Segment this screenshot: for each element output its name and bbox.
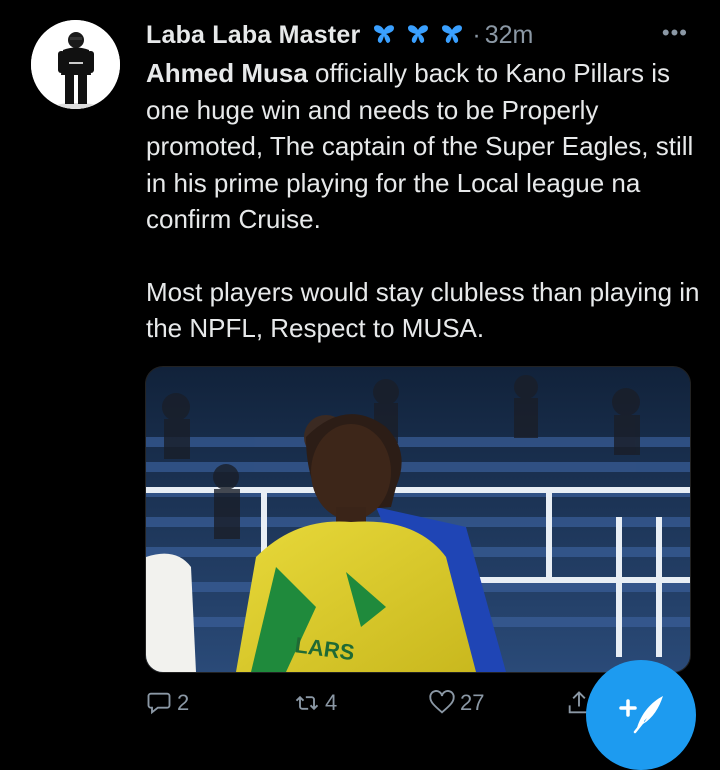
reply-icon: [147, 692, 171, 715]
football-player-photo: LARS: [146, 367, 690, 672]
tweet-paragraph: Ahmed Musa officially back to Kano Pilla…: [146, 55, 706, 238]
tweet-paragraph: Most players would stay clubless than pl…: [146, 276, 700, 344]
tweet-actions-bar: 2 4 27: [145, 684, 615, 724]
retweet-icon: [295, 695, 319, 711]
tweet-separator: ·: [472, 20, 481, 49]
butterfly-badges: [372, 24, 464, 46]
author-name[interactable]: Laba Laba Master: [146, 21, 360, 50]
compose-tweet-icon: [619, 696, 663, 734]
tweet-timestamp[interactable]: 32m: [485, 21, 534, 50]
tweet-text: Ahmed Musa officially back to Kano Pilla…: [146, 55, 706, 347]
butterfly-icon: [408, 25, 429, 43]
heart-icon: [429, 690, 455, 714]
more-options-button[interactable]: •••: [662, 20, 688, 46]
butterfly-icon: [442, 25, 463, 43]
reply-count: 2: [177, 690, 190, 715]
tweet-header: Laba Laba Master · 32m •••: [146, 18, 700, 52]
like-button[interactable]: 27: [428, 689, 484, 717]
tweet-media-photo[interactable]: LARS: [145, 366, 691, 673]
compose-tweet-button[interactable]: [586, 660, 696, 770]
retweet-button[interactable]: 4: [293, 689, 337, 717]
retweet-count: 4: [325, 690, 338, 715]
reply-button[interactable]: 2: [145, 689, 189, 717]
like-count: 27: [460, 690, 485, 715]
butterfly-icon: [374, 25, 395, 43]
author-avatar[interactable]: [31, 20, 120, 109]
mention-link[interactable]: Ahmed Musa: [146, 58, 308, 88]
